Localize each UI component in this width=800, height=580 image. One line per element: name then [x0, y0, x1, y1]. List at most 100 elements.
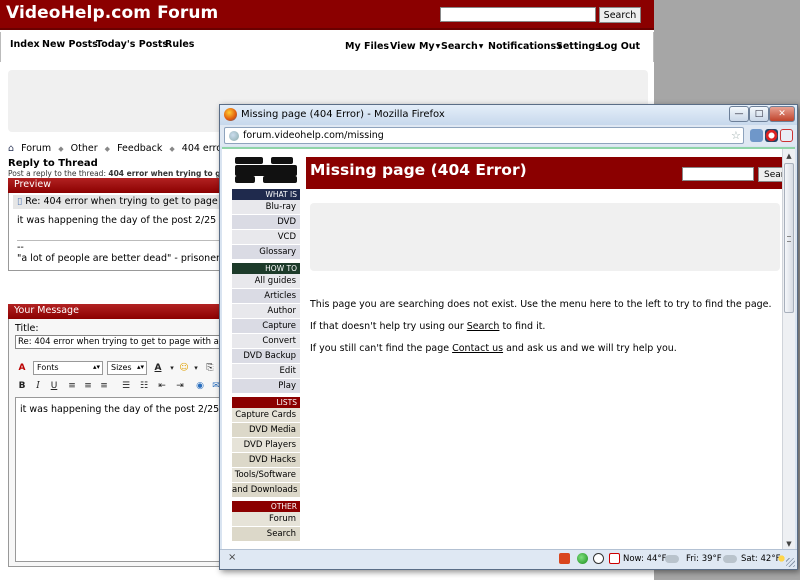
- forum-search-button[interactable]: Search: [599, 7, 641, 23]
- forum-search-input[interactable]: [440, 7, 596, 22]
- align-center-icon[interactable]: ≡: [81, 379, 95, 393]
- sidebar-item-other-1[interactable]: Search: [232, 527, 300, 542]
- nav-my-files[interactable]: My Files: [345, 41, 389, 52]
- sidebar-item-lists-1[interactable]: DVD Media: [232, 423, 300, 438]
- weather-sat[interactable]: Sat: 42°F: [741, 554, 780, 564]
- sidebar-item-how-to-3[interactable]: Capture: [232, 319, 300, 334]
- addon-status-icon[interactable]: [559, 553, 570, 564]
- forum-title[interactable]: VideoHelp.com Forum: [6, 3, 218, 23]
- forum-nav: Index New Posts Today's Posts Rules My F…: [0, 32, 654, 62]
- scrollbar-thumb[interactable]: [784, 163, 794, 313]
- message-editor[interactable]: it was happening the day of the post 2/2…: [15, 397, 223, 562]
- missing-text-3: If you still can't find the page Contact…: [310, 343, 677, 354]
- underline-icon[interactable]: U: [47, 379, 61, 393]
- nav-notifications[interactable]: Notifications▼: [488, 41, 562, 52]
- sidebar-item-how-to-7[interactable]: Play: [232, 379, 300, 394]
- sidebar-item-how-to-0[interactable]: All guides: [232, 274, 300, 289]
- sidebar-item-what-is-2[interactable]: VCD: [232, 230, 300, 245]
- weather-now[interactable]: Now: 44°F: [623, 554, 667, 564]
- unordered-list-icon[interactable]: ☷: [137, 379, 151, 393]
- firefox-window: Missing page (404 Error) - Mozilla Firef…: [219, 104, 798, 570]
- nav-log-out[interactable]: Log Out: [598, 41, 640, 52]
- search-link[interactable]: Search: [467, 321, 500, 332]
- scroll-down-icon[interactable]: ▼: [784, 539, 794, 549]
- sidebar-item-lists-0[interactable]: Capture Cards: [232, 408, 300, 423]
- addon-flag-icon[interactable]: [780, 129, 793, 142]
- sidebar-item-how-to-6[interactable]: Edit: [232, 364, 300, 379]
- nav-search-label: Search: [441, 41, 478, 52]
- sidebar-item-how-to-5[interactable]: DVD Backup: [232, 349, 300, 364]
- resize-grip-icon[interactable]: [786, 558, 795, 567]
- page-search-input[interactable]: [682, 167, 754, 181]
- navigation-toolbar: forum.videohelp.com/missing ☆: [220, 125, 797, 146]
- attach-icon[interactable]: ⎘: [203, 361, 217, 375]
- ordered-list-icon[interactable]: ☰: [119, 379, 133, 393]
- nav-index[interactable]: Index: [10, 39, 40, 50]
- nav-view-my[interactable]: View My▼: [390, 41, 440, 52]
- window-titlebar[interactable]: Missing page (404 Error) - Mozilla Firef…: [220, 105, 797, 125]
- missing-text-1: This page you are searching does not exi…: [310, 299, 772, 310]
- videohelp-logo-graphic: [235, 157, 297, 183]
- close-icon[interactable]: ✕: [769, 106, 795, 122]
- sidebar-item-what-is-0[interactable]: Blu-ray: [232, 200, 300, 215]
- maximize-icon[interactable]: □: [749, 106, 769, 122]
- sidebar-item-how-to-4[interactable]: Convert: [232, 334, 300, 349]
- editor-toolbar-top: A Fonts ▴▾ Sizes ▴▾ A ▾ ☺ ▾ ⎘: [15, 359, 225, 377]
- crumb-forum[interactable]: Forum: [21, 143, 51, 154]
- nav-search[interactable]: Search▼: [441, 41, 483, 52]
- align-left-icon[interactable]: ≡: [65, 379, 79, 393]
- home-icon[interactable]: ⌂: [8, 143, 14, 154]
- italic-icon[interactable]: I: [31, 379, 45, 393]
- sidebar-item-what-is-1[interactable]: DVD: [232, 215, 300, 230]
- document-icon: ▯: [17, 196, 23, 207]
- signature-dash: --: [17, 242, 24, 253]
- crumb-separator-icon: ◆: [169, 145, 175, 153]
- videohelp-logo[interactable]: [233, 156, 303, 184]
- align-right-icon[interactable]: ≡: [97, 379, 111, 393]
- sidebar-item-lists-3[interactable]: DVD Hacks: [232, 453, 300, 468]
- sidebar-item-lists-2[interactable]: DVD Players: [232, 438, 300, 453]
- sidebar-item-how-to-1[interactable]: Articles: [232, 289, 300, 304]
- vertical-scrollbar[interactable]: ▲ ▼: [782, 149, 795, 549]
- sidebar-item-lists-5[interactable]: and Downloads: [232, 483, 300, 498]
- contact-us-link[interactable]: Contact us: [452, 343, 503, 354]
- sidebar-item-lists-4[interactable]: Tools/Software: [232, 468, 300, 483]
- nav-rules[interactable]: Rules: [165, 39, 194, 50]
- sidebar-heading-other: OTHER: [232, 501, 300, 512]
- green-status-icon[interactable]: [577, 553, 588, 564]
- text-color-icon[interactable]: A: [151, 361, 165, 375]
- nav-settings[interactable]: Settings: [556, 41, 601, 52]
- nav-new-posts[interactable]: New Posts: [42, 39, 98, 50]
- close-findbar-icon[interactable]: ×: [228, 552, 236, 563]
- link-icon[interactable]: ◉: [193, 379, 207, 393]
- indent-icon[interactable]: ⇥: [173, 379, 187, 393]
- addon-shield-icon[interactable]: [765, 129, 778, 142]
- page-header: Missing page (404 Error) Search: [306, 157, 788, 189]
- sidebar-item-how-to-2[interactable]: Author: [232, 304, 300, 319]
- minimize-icon[interactable]: —: [729, 106, 749, 122]
- url-bar[interactable]: forum.videohelp.com/missing ☆: [224, 127, 744, 144]
- weather-fri[interactable]: Fri: 39°F: [686, 554, 722, 564]
- dropdown-arrow-icon[interactable]: ▾: [189, 361, 203, 375]
- outdent-icon[interactable]: ⇤: [155, 379, 169, 393]
- title-input[interactable]: Re: 404 error when trying to get to page…: [15, 335, 225, 349]
- sidebar-item-other-0[interactable]: Forum: [232, 512, 300, 527]
- size-select[interactable]: Sizes ▴▾: [107, 361, 147, 375]
- scroll-up-icon[interactable]: ▲: [784, 151, 794, 161]
- crumb-feedback[interactable]: Feedback: [117, 143, 162, 154]
- sidebar-item-what-is-3[interactable]: Glossary: [232, 245, 300, 260]
- url-text[interactable]: forum.videohelp.com/missing: [243, 130, 384, 141]
- font-select[interactable]: Fonts ▴▾: [33, 361, 103, 375]
- bookmark-star-icon[interactable]: ☆: [731, 129, 741, 142]
- remove-format-icon[interactable]: A: [15, 361, 29, 375]
- crumb-separator-icon: ◆: [104, 145, 111, 153]
- addon-icon[interactable]: [750, 129, 763, 142]
- clock-icon[interactable]: [593, 553, 604, 564]
- nav-todays-posts[interactable]: Today's Posts: [96, 39, 168, 50]
- forum-header: VideoHelp.com Forum Search: [0, 0, 654, 30]
- crumb-other[interactable]: Other: [71, 143, 98, 154]
- blocked-icon[interactable]: [609, 553, 620, 564]
- globe-icon: [229, 131, 239, 141]
- reply-sub-thread[interactable]: 404 error when trying to get: [108, 169, 229, 178]
- bold-icon[interactable]: B: [15, 379, 29, 393]
